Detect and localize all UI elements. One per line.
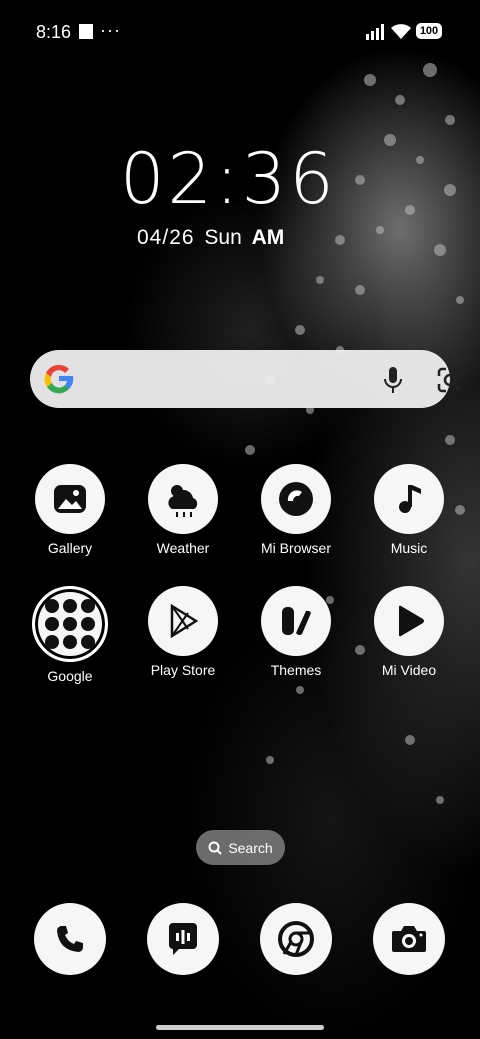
app-play-store[interactable]: Play Store: [133, 586, 233, 678]
weekday-text: Sun: [204, 226, 242, 249]
date-text: 04/26: [137, 226, 195, 249]
play-store-icon: [148, 586, 218, 656]
google-folder-icon: [32, 586, 108, 662]
themes-icon: [261, 586, 331, 656]
messages-icon: [147, 903, 219, 975]
wifi-icon: [391, 24, 411, 39]
ampm-text: AM: [251, 226, 285, 249]
more-notifications-icon: ···: [100, 20, 121, 40]
status-bar: 8:16 ··· 100: [0, 0, 480, 62]
dock-messages[interactable]: [133, 903, 233, 975]
battery-indicator: 100: [416, 23, 442, 39]
music-icon: [374, 464, 444, 534]
google-search-bar[interactable]: [30, 350, 463, 408]
mi-browser-icon: [261, 464, 331, 534]
weather-icon: [148, 464, 218, 534]
app-search-button[interactable]: Search: [196, 830, 285, 865]
app-label: Mi Browser: [260, 540, 331, 556]
home-indicator[interactable]: [156, 1025, 324, 1030]
app-label: Play Store: [150, 662, 216, 678]
app-mi-video[interactable]: Mi Video: [359, 586, 459, 678]
clock-widget-date[interactable]: 04/26 Sun AM: [137, 226, 284, 250]
google-logo-icon: [44, 364, 74, 394]
app-label: Gallery: [47, 540, 93, 556]
app-music[interactable]: Music: [359, 464, 459, 556]
app-themes[interactable]: Themes: [246, 586, 346, 678]
status-time: 8:16: [36, 22, 72, 42]
app-label: Weather: [156, 540, 210, 556]
app-label: Google: [47, 668, 93, 684]
notification-icon: [79, 24, 93, 39]
folder-google[interactable]: Google: [20, 586, 120, 684]
app-label: Mi Video: [381, 662, 437, 678]
app-weather[interactable]: Weather: [133, 464, 233, 556]
voice-search-icon[interactable]: [382, 366, 404, 394]
app-gallery[interactable]: Gallery: [20, 464, 120, 556]
gallery-icon: [35, 464, 105, 534]
phone-icon: [34, 903, 106, 975]
search-label: Search: [228, 839, 273, 856]
mi-video-icon: [374, 586, 444, 656]
app-label: Music: [390, 540, 428, 556]
dock-chrome[interactable]: [246, 903, 346, 975]
signal-icon: [366, 24, 384, 40]
app-mi-browser[interactable]: Mi Browser: [246, 464, 346, 556]
chrome-icon: [260, 903, 332, 975]
google-lens-icon[interactable]: [436, 366, 464, 394]
search-icon: [208, 841, 223, 855]
app-label: Themes: [270, 662, 322, 678]
dock-camera[interactable]: [359, 903, 459, 975]
camera-icon: [373, 903, 445, 975]
dock-phone[interactable]: [20, 903, 120, 975]
clock-widget-time[interactable]: 02:36: [120, 138, 337, 220]
